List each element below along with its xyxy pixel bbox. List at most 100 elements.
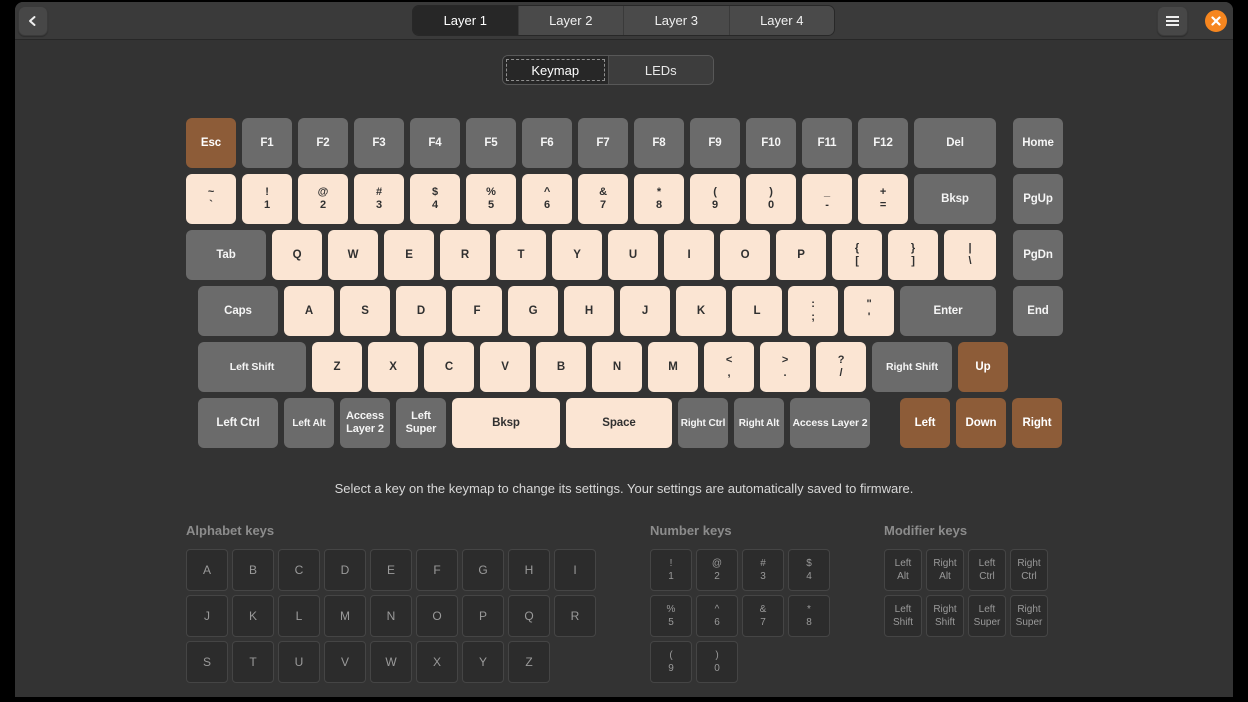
picker-key-4[interactable]: $ 4 (788, 549, 830, 591)
key-t[interactable]: T (496, 230, 546, 280)
key-symbol[interactable]: + = (858, 174, 908, 224)
key-symbol[interactable]: > . (760, 342, 810, 392)
key-right-alt[interactable]: Right Alt (734, 398, 784, 448)
key-r[interactable]: R (440, 230, 490, 280)
key-2[interactable]: @ 2 (298, 174, 348, 224)
picker-key-right-alt[interactable]: Right Alt (926, 549, 964, 591)
key-del[interactable]: Del (914, 118, 996, 168)
key-u[interactable]: U (608, 230, 658, 280)
key-space[interactable]: Space (566, 398, 672, 448)
picker-key-right-shift[interactable]: Right Shift (926, 595, 964, 637)
picker-key-8[interactable]: * 8 (788, 595, 830, 637)
key-right[interactable]: Right (1012, 398, 1062, 448)
close-button[interactable] (1205, 10, 1227, 32)
key-f5[interactable]: F5 (466, 118, 516, 168)
key-esc[interactable]: Esc (186, 118, 236, 168)
key-bksp[interactable]: Bksp (452, 398, 560, 448)
picker-key-left-shift[interactable]: Left Shift (884, 595, 922, 637)
key-home[interactable]: Home (1013, 118, 1063, 168)
key-end[interactable]: End (1013, 286, 1063, 336)
back-button[interactable] (18, 6, 48, 36)
key-3[interactable]: # 3 (354, 174, 404, 224)
key-p[interactable]: P (776, 230, 826, 280)
key-v[interactable]: V (480, 342, 530, 392)
key-f8[interactable]: F8 (634, 118, 684, 168)
key-right-ctrl[interactable]: Right Ctrl (678, 398, 728, 448)
tab-layer-3[interactable]: Layer 3 (623, 6, 729, 35)
key-access-layer-2[interactable]: Access Layer 2 (790, 398, 870, 448)
picker-key-m[interactable]: M (324, 595, 366, 637)
picker-key-left-ctrl[interactable]: Left Ctrl (968, 549, 1006, 591)
key-j[interactable]: J (620, 286, 670, 336)
key-q[interactable]: Q (272, 230, 322, 280)
key-symbol[interactable]: } ] (888, 230, 938, 280)
key-8[interactable]: * 8 (634, 174, 684, 224)
key-pgup[interactable]: PgUp (1013, 174, 1063, 224)
key-n[interactable]: N (592, 342, 642, 392)
picker-key-2[interactable]: @ 2 (696, 549, 738, 591)
picker-key-r[interactable]: R (554, 595, 596, 637)
key-symbol[interactable]: : ; (788, 286, 838, 336)
tab-layer-1[interactable]: Layer 1 (413, 6, 518, 35)
key-left-shift[interactable]: Left Shift (198, 342, 306, 392)
key-9[interactable]: ( 9 (690, 174, 740, 224)
picker-key-t[interactable]: T (232, 641, 274, 683)
picker-key-l[interactable]: L (278, 595, 320, 637)
picker-key-right-ctrl[interactable]: Right Ctrl (1010, 549, 1048, 591)
picker-key-w[interactable]: W (370, 641, 412, 683)
picker-key-g[interactable]: G (462, 549, 504, 591)
key-f9[interactable]: F9 (690, 118, 740, 168)
key-y[interactable]: Y (552, 230, 602, 280)
picker-key-c[interactable]: C (278, 549, 320, 591)
key-f1[interactable]: F1 (242, 118, 292, 168)
picker-key-d[interactable]: D (324, 549, 366, 591)
key-f[interactable]: F (452, 286, 502, 336)
key-h[interactable]: H (564, 286, 614, 336)
picker-key-b[interactable]: B (232, 549, 274, 591)
menu-button[interactable] (1157, 6, 1188, 36)
key-0[interactable]: ) 0 (746, 174, 796, 224)
key-f6[interactable]: F6 (522, 118, 572, 168)
key-x[interactable]: X (368, 342, 418, 392)
key-d[interactable]: D (396, 286, 446, 336)
picker-key-e[interactable]: E (370, 549, 412, 591)
picker-key-s[interactable]: S (186, 641, 228, 683)
picker-key-right-super[interactable]: Right Super (1010, 595, 1048, 637)
picker-key-h[interactable]: H (508, 549, 550, 591)
key-symbol[interactable]: ~ ` (186, 174, 236, 224)
key-down[interactable]: Down (956, 398, 1006, 448)
key-enter[interactable]: Enter (900, 286, 996, 336)
key-b[interactable]: B (536, 342, 586, 392)
key-g[interactable]: G (508, 286, 558, 336)
key-symbol[interactable]: { [ (832, 230, 882, 280)
key-f4[interactable]: F4 (410, 118, 460, 168)
key-left-alt[interactable]: Left Alt (284, 398, 334, 448)
picker-key-9[interactable]: ( 9 (650, 641, 692, 683)
key-1[interactable]: ! 1 (242, 174, 292, 224)
picker-key-5[interactable]: % 5 (650, 595, 692, 637)
tab-layer-4[interactable]: Layer 4 (729, 6, 835, 35)
key-left-ctrl[interactable]: Left Ctrl (198, 398, 278, 448)
key-a[interactable]: A (284, 286, 334, 336)
key-5[interactable]: % 5 (466, 174, 516, 224)
key-s[interactable]: S (340, 286, 390, 336)
picker-key-left-alt[interactable]: Left Alt (884, 549, 922, 591)
key-c[interactable]: C (424, 342, 474, 392)
picker-key-y[interactable]: Y (462, 641, 504, 683)
picker-key-k[interactable]: K (232, 595, 274, 637)
key-f7[interactable]: F7 (578, 118, 628, 168)
key-w[interactable]: W (328, 230, 378, 280)
key-6[interactable]: ^ 6 (522, 174, 572, 224)
picker-key-v[interactable]: V (324, 641, 366, 683)
tab-leds[interactable]: LEDs (608, 56, 714, 84)
key-7[interactable]: & 7 (578, 174, 628, 224)
key-i[interactable]: I (664, 230, 714, 280)
picker-key-j[interactable]: J (186, 595, 228, 637)
key-access-layer-2[interactable]: Access Layer 2 (340, 398, 390, 448)
key-symbol[interactable]: < , (704, 342, 754, 392)
picker-key-p[interactable]: P (462, 595, 504, 637)
key-e[interactable]: E (384, 230, 434, 280)
key-up[interactable]: Up (958, 342, 1008, 392)
key-caps[interactable]: Caps (198, 286, 278, 336)
key-bksp[interactable]: Bksp (914, 174, 996, 224)
